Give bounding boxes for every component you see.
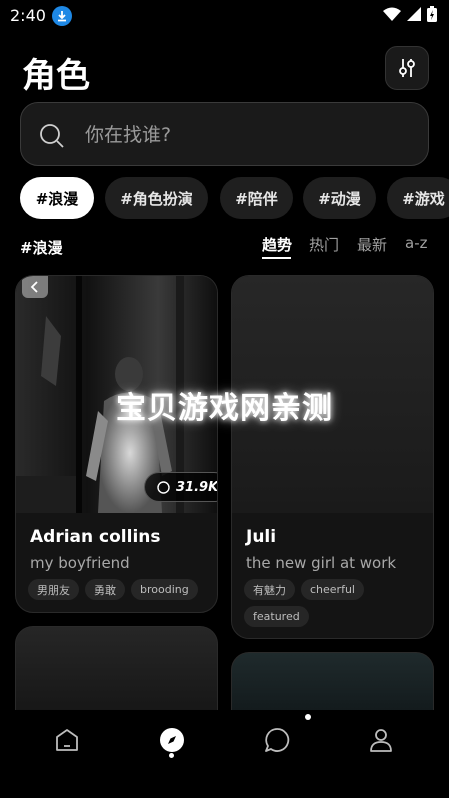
sort-tab-trending[interactable]: 趋势 [262, 234, 292, 255]
section-label: #浪漫 [20, 239, 63, 257]
wifi-icon [383, 7, 401, 21]
sort-tab-az[interactable]: a-z [405, 234, 427, 252]
page-title: 角色 [22, 56, 90, 96]
character-tag: cheerful [301, 579, 364, 600]
filter-button[interactable] [385, 46, 429, 90]
character-card-juli[interactable]: Juli the new girl at work 有魅力 cheerful f… [231, 275, 434, 639]
tag-chip-anime[interactable]: #动漫 [303, 177, 376, 219]
nav-home[interactable] [47, 720, 87, 760]
tag-chip-companion[interactable]: #陪伴 [220, 177, 293, 219]
nav-chats[interactable] [257, 720, 297, 760]
search-box[interactable] [20, 102, 429, 166]
nav-profile[interactable] [361, 720, 401, 760]
home-icon [56, 729, 78, 751]
bottom-nav [0, 710, 449, 798]
tag-chip-romance[interactable]: #浪漫 [20, 177, 94, 219]
character-subtitle: the new girl at work [246, 554, 397, 572]
tag-filter-row: #浪漫 #角色扮演 #陪伴 #动漫 #游戏 [20, 177, 449, 219]
character-tag: brooding [131, 579, 198, 600]
character-tag: 勇敢 [85, 579, 125, 600]
search-input[interactable] [85, 121, 415, 149]
character-tag: featured [244, 606, 309, 627]
battery-icon [427, 6, 437, 22]
character-tag: 有魅力 [244, 579, 295, 600]
tag-chip-game[interactable]: #游戏 [387, 177, 449, 219]
download-icon [52, 6, 72, 26]
signal-icon [407, 7, 421, 21]
character-name: Juli [246, 527, 277, 547]
profile-icon [370, 729, 392, 752]
character-tag: 男朋友 [28, 579, 79, 600]
chat-icon [265, 728, 290, 752]
sort-tab-underline [262, 257, 291, 259]
compass-icon [160, 728, 184, 752]
active-nav-indicator [169, 753, 174, 758]
sort-tab-newest[interactable]: 最新 [357, 234, 387, 255]
character-card-adrian[interactable]: 31.9K Adrian collins my boyfriend 男朋友 勇敢… [15, 275, 218, 613]
page-indicator-dot [305, 714, 311, 720]
chat-count-badge: 31.9K [144, 472, 218, 502]
status-bar: 2:40 [0, 0, 449, 30]
character-tags: 有魅力 cheerful featured [244, 579, 394, 627]
character-tags: 男朋友 勇敢 brooding [28, 579, 217, 600]
character-subtitle: my boyfriend [30, 554, 130, 572]
watermark-text: 宝贝游戏网亲测 [116, 391, 333, 426]
tag-chip-roleplay[interactable]: #角色扮演 [105, 177, 208, 219]
sliders-icon [399, 59, 415, 77]
character-name: Adrian collins [30, 527, 161, 547]
chat-bubble-icon [157, 480, 170, 494]
sort-tab-popular[interactable]: 热门 [309, 234, 339, 255]
chat-count: 31.9K [176, 479, 218, 495]
back-icon[interactable] [22, 276, 48, 298]
search-icon [40, 124, 64, 148]
status-time: 2:40 [10, 6, 46, 25]
